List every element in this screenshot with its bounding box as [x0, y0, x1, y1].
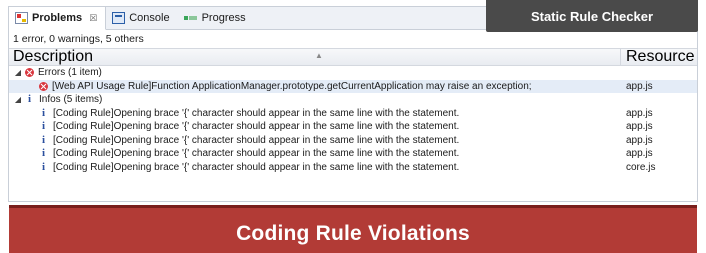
- table-row[interactable]: i [Coding Rule]Opening brace '{' charact…: [9, 147, 697, 161]
- tab-problems-label: Problems: [32, 12, 83, 24]
- coding-rule-violations-banner: Coding Rule Violations: [9, 205, 697, 253]
- table-row[interactable]: i [Coding Rule]Opening brace '{' charact…: [9, 107, 697, 121]
- group-errors-label: Errors (1 item): [38, 67, 102, 78]
- problem-resource: app.js: [626, 121, 653, 132]
- problems-icon: [15, 12, 28, 24]
- problem-description: [Coding Rule]Opening brace '{' character…: [53, 161, 460, 173]
- problem-resource: app.js: [626, 107, 653, 119]
- problems-view: Problems ☒ Console Progress 1 error, 0 w…: [8, 6, 698, 202]
- info-icon: i: [41, 133, 46, 146]
- problem-resource: core.js: [626, 161, 656, 173]
- tab-progress-label: Progress: [201, 12, 246, 24]
- group-infos-label: Infos (5 items): [39, 94, 103, 105]
- problem-resource: app.js: [626, 134, 653, 146]
- problem-description: [Coding Rule]Opening brace '{' character…: [53, 134, 460, 146]
- column-header-description[interactable]: Description ▲: [9, 49, 621, 65]
- tab-console-label: Console: [129, 12, 170, 24]
- table-header: Description ▲ Resource: [9, 48, 697, 66]
- column-header-resource[interactable]: Resource: [621, 49, 697, 65]
- expand-triangle-icon[interactable]: ◢: [13, 93, 23, 107]
- table-row[interactable]: i [Coding Rule]Opening brace '{' charact…: [9, 161, 697, 175]
- problem-description: [Coding Rule]Opening brace '{' character…: [53, 107, 460, 119]
- progress-icon: [183, 12, 198, 24]
- problem-description: [Coding Rule]Opening brace '{' character…: [53, 148, 460, 159]
- problem-description: [Web API Usage Rule]Function Application…: [52, 80, 532, 92]
- problem-description: [Coding Rule]Opening brace '{' character…: [53, 121, 460, 132]
- info-icon: i: [41, 160, 46, 173]
- table-row[interactable]: i [Coding Rule]Opening brace '{' charact…: [9, 120, 697, 134]
- expand-triangle-icon[interactable]: ◢: [13, 66, 23, 80]
- problems-summary: 1 error, 0 warnings, 5 others: [13, 33, 144, 45]
- column-header-description-label: Description: [13, 48, 94, 65]
- column-header-resource-label: Resource: [626, 48, 695, 65]
- error-icon: [25, 68, 34, 78]
- info-icon: i: [41, 120, 46, 132]
- tab-console[interactable]: Console: [106, 7, 177, 29]
- close-icon[interactable]: ☒: [89, 13, 97, 24]
- banner-title: Coding Rule Violations: [236, 222, 470, 245]
- info-icon: i: [41, 147, 46, 159]
- static-rule-checker-badge: Static Rule Checker: [486, 0, 698, 32]
- error-icon: [39, 81, 48, 91]
- group-row-errors[interactable]: ◢ Errors (1 item): [9, 66, 697, 80]
- tab-progress[interactable]: Progress: [178, 7, 254, 29]
- table-row[interactable]: [Web API Usage Rule]Function Application…: [9, 79, 697, 93]
- tab-problems[interactable]: Problems ☒: [9, 7, 107, 30]
- console-icon: [112, 12, 126, 24]
- problem-resource: app.js: [626, 148, 653, 159]
- group-row-infos[interactable]: ◢ i Infos (5 items): [9, 93, 697, 107]
- sort-up-icon: ▲: [315, 51, 323, 60]
- problem-resource: app.js: [626, 80, 653, 92]
- table-row[interactable]: i [Coding Rule]Opening brace '{' charact…: [9, 134, 697, 148]
- info-icon: i: [27, 93, 32, 105]
- info-icon: i: [41, 106, 46, 119]
